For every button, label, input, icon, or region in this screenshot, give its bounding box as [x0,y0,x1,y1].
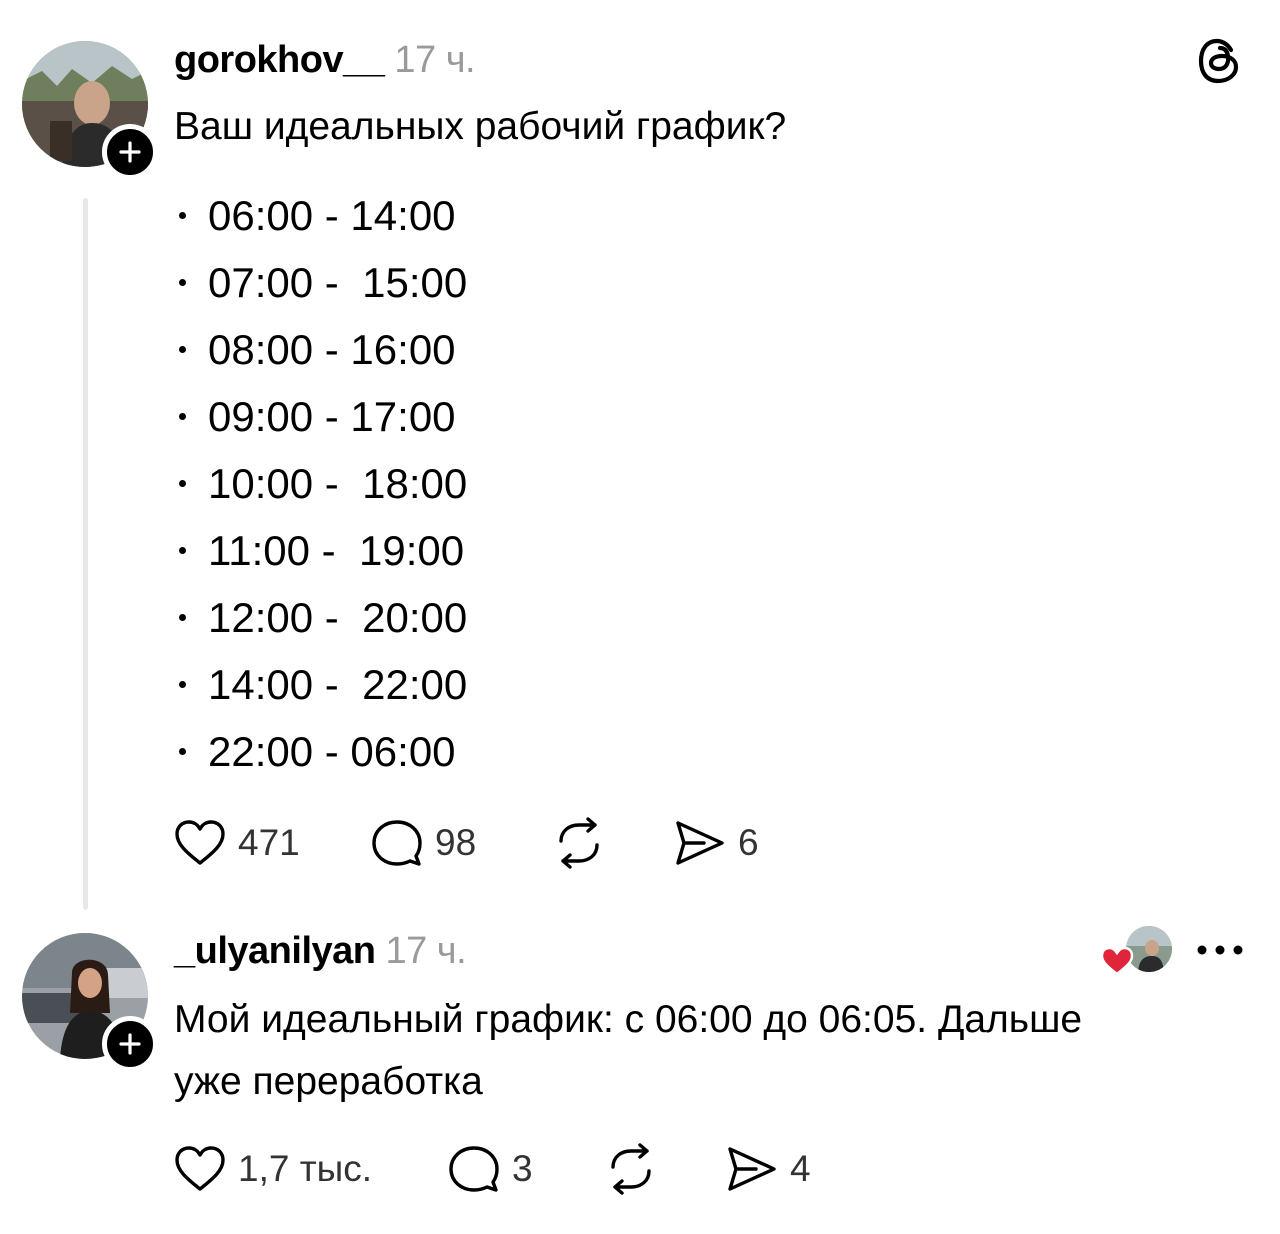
schedule-options: 06:00 - 14:00 07:00 - 15:00 08:00 - 16:0… [176,182,467,785]
author-username[interactable]: gorokhov__ [174,39,385,81]
reply-button[interactable]: 98 [371,815,476,871]
reply-count: 3 [512,1148,533,1189]
red-heart-icon [1100,946,1134,976]
bullet [179,748,186,755]
share-button[interactable]: 6 [674,815,759,871]
follow-button[interactable] [102,1016,158,1072]
option-text: 22:00 - 06:00 [208,727,456,775]
repost-icon [604,1143,658,1195]
like-button[interactable]: 471 [174,815,300,871]
heart-icon [174,819,226,867]
list-item: 14:00 - 22:00 [176,651,467,718]
like-count: 1,7 тыс. [238,1148,373,1189]
post-actions: 471 98 6 [174,815,874,871]
list-item: 11:00 - 19:00 [176,517,467,584]
option-text: 14:00 - 22:00 [208,660,468,708]
list-item: 06:00 - 14:00 [176,182,467,249]
list-item: 12:00 - 20:00 [176,584,467,651]
bullet [179,413,186,420]
threads-logo-icon[interactable] [1196,36,1244,86]
list-item: 07:00 - 15:00 [176,249,467,316]
list-item: 08:00 - 16:00 [176,316,467,383]
like-button[interactable]: 1,7 тыс. [174,1141,372,1197]
share-button[interactable]: 4 [726,1141,811,1197]
repost-button[interactable] [552,815,606,871]
option-text: 07:00 - 15:00 [208,258,468,306]
list-item: 22:00 - 06:00 [176,718,467,785]
list-item: 10:00 - 18:00 [176,450,467,517]
post-author: gorokhov__ 17 ч. [174,38,476,82]
bullet [179,547,186,554]
option-text: 12:00 - 20:00 [208,593,468,641]
bullet [179,614,186,621]
post-timestamp: 17 ч. [394,39,476,81]
send-icon [726,1145,778,1193]
bullet [179,212,186,219]
reply-author: _ulyanilyan 17 ч. [174,929,467,973]
bullet [179,480,186,487]
reply-button[interactable]: 3 [448,1141,533,1197]
reply-count: 98 [435,822,477,863]
repost-icon [552,817,606,869]
list-item: 09:00 - 17:00 [176,383,467,450]
reply-timestamp: 17 ч. [385,930,467,972]
thread-line [83,198,88,910]
option-text: 11:00 - 19:00 [208,526,465,574]
option-text: 06:00 - 14:00 [208,191,456,239]
option-text: 10:00 - 18:00 [208,459,468,507]
more-dots-icon[interactable] [1196,942,1244,958]
reply-text: Мой идеальный график: с 06:00 до 06:05. … [174,998,1083,1103]
option-text: 08:00 - 16:00 [208,325,456,373]
share-count: 4 [790,1148,811,1189]
plus-icon [118,1032,142,1056]
reply-username[interactable]: _ulyanilyan [174,930,376,972]
plus-icon [118,140,142,164]
follow-button[interactable] [102,124,158,180]
bullet [179,279,186,286]
share-count: 6 [738,822,759,863]
bullet [179,681,186,688]
heart-icon [174,1145,226,1193]
send-icon [674,819,726,867]
option-text: 09:00 - 17:00 [208,392,456,440]
bullet [179,346,186,353]
like-count: 471 [238,822,300,863]
liked-by-author-badge [1100,926,1174,976]
comment-bubble-icon [448,1144,500,1194]
post-text: Ваш идеальных рабочий график? [174,105,787,148]
comment-bubble-icon [371,818,423,868]
reply-actions: 1,7 тыс. 3 4 [174,1141,874,1197]
repost-button[interactable] [604,1141,658,1197]
